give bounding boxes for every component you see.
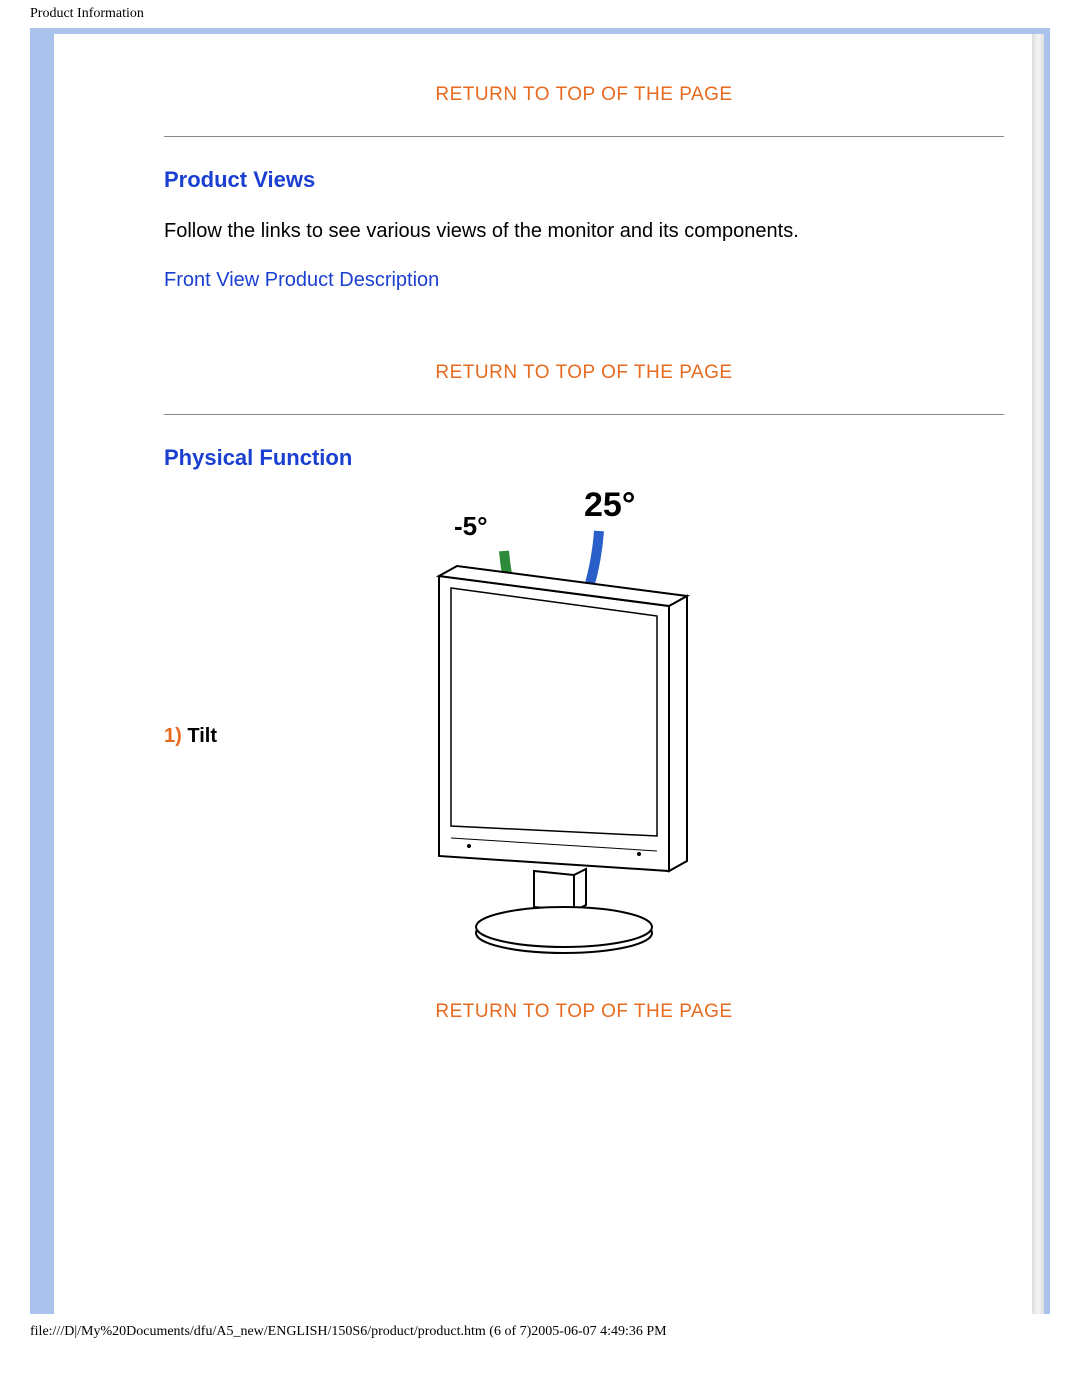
tilt-number: 1) bbox=[164, 725, 182, 747]
tilt-figure: -5° 25° bbox=[394, 501, 714, 971]
tilt-row: 1) Tilt -5° 25° bbox=[164, 501, 1004, 971]
divider-2 bbox=[164, 414, 1004, 415]
tilt-label: 1) Tilt bbox=[164, 725, 394, 748]
physical-function-heading: Physical Function bbox=[164, 445, 1004, 471]
return-to-top-link-1[interactable]: RETURN TO TOP OF THE PAGE bbox=[164, 84, 1004, 106]
footer-path: file:///D|/My%20Documents/dfu/A5_new/ENG… bbox=[0, 1314, 1080, 1350]
content-frame: RETURN TO TOP OF THE PAGE Product Views … bbox=[30, 28, 1050, 1314]
front-view-link[interactable]: Front View Product Description bbox=[164, 269, 439, 292]
return-to-top-link-3[interactable]: RETURN TO TOP OF THE PAGE bbox=[164, 1001, 1004, 1023]
content-area: RETURN TO TOP OF THE PAGE Product Views … bbox=[54, 34, 1044, 1093]
divider-1 bbox=[164, 136, 1004, 137]
tilt-angle-positive: 25° bbox=[584, 486, 635, 525]
tilt-angle-negative: -5° bbox=[454, 511, 488, 542]
return-to-top-link-2[interactable]: RETURN TO TOP OF THE PAGE bbox=[164, 362, 1004, 384]
monitor-tilt-icon bbox=[394, 501, 714, 971]
tilt-word: Tilt bbox=[182, 725, 217, 747]
product-views-heading: Product Views bbox=[164, 167, 1004, 193]
product-views-body: Follow the links to see various views of… bbox=[164, 218, 1004, 244]
scrollbar[interactable] bbox=[1032, 34, 1044, 1314]
page-header-title: Product Information bbox=[0, 0, 1080, 28]
